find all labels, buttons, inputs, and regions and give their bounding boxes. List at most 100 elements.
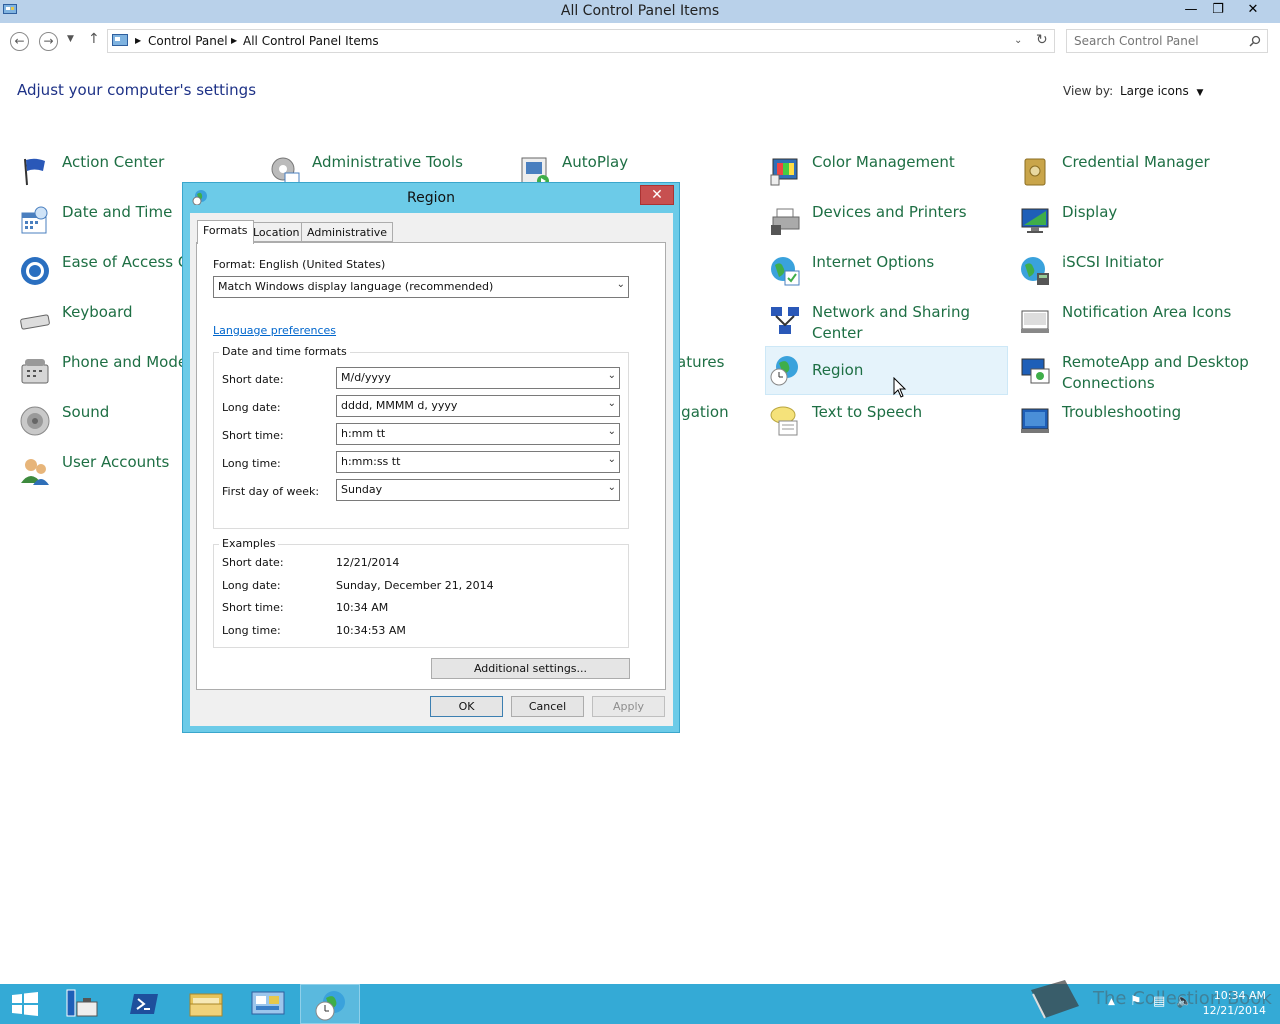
item-label[interactable]: Credential Manager (1062, 152, 1252, 173)
item-troubleshooting[interactable]: Troubleshooting (1017, 398, 1257, 446)
language-preferences-link[interactable]: Language preferences (213, 324, 336, 337)
dialog-close-button[interactable]: ✕ (640, 185, 674, 205)
item-label[interactable]: Color Management (812, 152, 1002, 173)
chevron-down-icon[interactable]: ⌄ (608, 482, 616, 493)
example-short-time-label: Short time: (222, 601, 284, 614)
item-iscsi-initiator[interactable]: iSCSI Initiator (1017, 248, 1257, 296)
item-devices-and-printers[interactable]: Devices and Printers (767, 198, 1007, 246)
powershell-button[interactable] (114, 984, 174, 1024)
search-box[interactable] (1066, 29, 1268, 53)
additional-settings-button[interactable]: Additional settings... (431, 658, 630, 679)
control-panel-taskbar-button[interactable] (238, 984, 298, 1024)
short-date-dropdown[interactable]: M/d/yyyy ⌄ (336, 367, 620, 389)
short-time-value[interactable]: h:mm tt (341, 427, 385, 440)
breadcrumb-separator-icon[interactable]: ▶ (135, 36, 141, 45)
clock-time[interactable]: 10:34 AM (1203, 988, 1266, 1003)
tab-administrative[interactable]: Administrative (301, 222, 394, 242)
forward-arrow-icon[interactable]: → (39, 32, 58, 51)
short-time-dropdown[interactable]: h:mm tt ⌄ (336, 423, 620, 445)
ok-button[interactable]: OK (430, 696, 503, 717)
view-by-dropdown[interactable]: Large icons ▼ (1120, 84, 1203, 98)
tab-formats[interactable]: Formats (197, 220, 254, 244)
action-center-flag-icon[interactable]: ⚑ (1130, 994, 1142, 1009)
breadcrumb-control-panel[interactable]: Control Panel (148, 34, 228, 48)
clock-date[interactable]: 12/21/2014 (1203, 1003, 1266, 1018)
server-manager-button[interactable] (52, 984, 112, 1024)
item-label[interactable]: Text to Speech (812, 402, 1002, 423)
item-label[interactable]: Devices and Printers (812, 202, 1002, 223)
long-time-dropdown[interactable]: h:mm:ss tt ⌄ (336, 451, 620, 473)
format-value[interactable]: Match Windows display language (recommen… (218, 280, 493, 293)
chevron-down-icon[interactable]: ⌄ (608, 454, 616, 465)
chevron-down-icon[interactable]: ⌄ (608, 398, 616, 409)
system-clock[interactable]: 10:34 AM 12/21/2014 (1203, 988, 1266, 1018)
item-display[interactable]: Display (1017, 198, 1257, 246)
item-region[interactable]: Region (765, 346, 1008, 395)
item-text-to-speech[interactable]: Text to Speech (767, 398, 1007, 446)
printer-icon (771, 208, 800, 235)
back-arrow-icon[interactable]: ← (10, 32, 29, 51)
minimize-button[interactable]: — (1176, 0, 1206, 20)
recent-locations-chevron-icon[interactable]: ▼ (67, 34, 74, 44)
first-day-of-week-dropdown[interactable]: Sunday ⌄ (336, 479, 620, 501)
first-day-of-week-value[interactable]: Sunday (341, 483, 382, 496)
item-label[interactable]: Administrative Tools (312, 152, 502, 173)
show-hidden-icons-arrow-icon[interactable]: ▲ (1108, 997, 1115, 1007)
chevron-down-icon[interactable]: ⌄ (608, 426, 616, 437)
address-dropdown-icon[interactable]: ⌄ (1014, 35, 1022, 46)
volume-muted-icon[interactable]: 🔈 (1176, 994, 1192, 1009)
item-credential-manager[interactable]: Credential Manager (1017, 148, 1257, 196)
short-date-value[interactable]: M/d/yyyy (341, 371, 391, 384)
item-label[interactable]: AutoPlay (562, 152, 752, 173)
control-panel-small-icon (112, 34, 128, 46)
view-by-value[interactable]: Large icons (1120, 84, 1189, 98)
navigation-bar: ← → ▼ ↑ ▶ Control Panel ▶ All Control Pa… (0, 23, 1280, 59)
long-time-value[interactable]: h:mm:ss tt (341, 455, 400, 468)
item-label[interactable]: Notification Area Icons (1062, 302, 1252, 323)
item-label[interactable]: Internet Options (812, 252, 1002, 273)
chevron-down-icon[interactable]: ⌄ (617, 279, 625, 290)
powershell-icon[interactable] (130, 992, 158, 1016)
refresh-icon[interactable]: ↻ (1036, 32, 1048, 48)
item-label[interactable]: iSCSI Initiator (1062, 252, 1252, 273)
folder-icon[interactable] (189, 990, 223, 1018)
region-globe-icon[interactable] (314, 989, 348, 1021)
chevron-down-icon[interactable]: ▼ (1197, 88, 1204, 98)
item-label[interactable]: Action Center (62, 152, 252, 173)
breadcrumb-separator-icon[interactable]: ▶ (231, 36, 237, 45)
item-label[interactable]: RemoteApp and Desktop Connections (1062, 352, 1252, 394)
format-dropdown[interactable]: Match Windows display language (recommen… (213, 276, 629, 298)
item-label[interactable]: Region (812, 360, 1002, 381)
long-date-value[interactable]: dddd, MMMM d, yyyy (341, 399, 457, 412)
long-time-label: Long time: (222, 457, 281, 470)
chevron-down-icon[interactable]: ⌄ (608, 370, 616, 381)
restore-button[interactable]: ❐ (1203, 0, 1233, 20)
apply-button[interactable]: Apply (592, 696, 665, 717)
cancel-button[interactable]: Cancel (511, 696, 584, 717)
item-notification-area-icons[interactable]: Notification Area Icons (1017, 298, 1257, 346)
search-icon[interactable] (1249, 35, 1261, 47)
server-manager-icon[interactable] (65, 988, 99, 1020)
formats-tab-panel: Format: English (United States) Match Wi… (196, 242, 666, 690)
long-date-dropdown[interactable]: dddd, MMMM d, yyyy ⌄ (336, 395, 620, 417)
short-time-label: Short time: (222, 429, 284, 442)
control-panel-icon[interactable] (251, 990, 285, 1018)
windows-logo-icon[interactable] (12, 992, 38, 1016)
tab-location[interactable]: Location (247, 222, 306, 242)
item-remoteapp[interactable]: RemoteApp and Desktop Connections (1017, 348, 1257, 396)
region-taskbar-button[interactable] (300, 984, 360, 1024)
item-label[interactable]: Network and Sharing Center (812, 302, 1002, 344)
file-explorer-button[interactable] (176, 984, 236, 1024)
close-button[interactable]: ✕ (1230, 0, 1276, 20)
up-arrow-icon[interactable]: ↑ (88, 31, 100, 47)
item-network-and-sharing[interactable]: Network and Sharing Center (767, 298, 1007, 346)
address-bar[interactable]: ▶ Control Panel ▶ All Control Panel Item… (107, 29, 1055, 53)
item-label[interactable]: Troubleshooting (1062, 402, 1252, 423)
network-tray-icon[interactable]: ▤ (1153, 994, 1165, 1009)
search-input[interactable] (1074, 33, 1244, 49)
breadcrumb-all-items[interactable]: All Control Panel Items (243, 34, 379, 48)
item-color-management[interactable]: Color Management (767, 148, 1007, 196)
item-label[interactable]: Display (1062, 202, 1252, 223)
start-button[interactable] (0, 984, 60, 1024)
item-internet-options[interactable]: Internet Options (767, 248, 1007, 296)
